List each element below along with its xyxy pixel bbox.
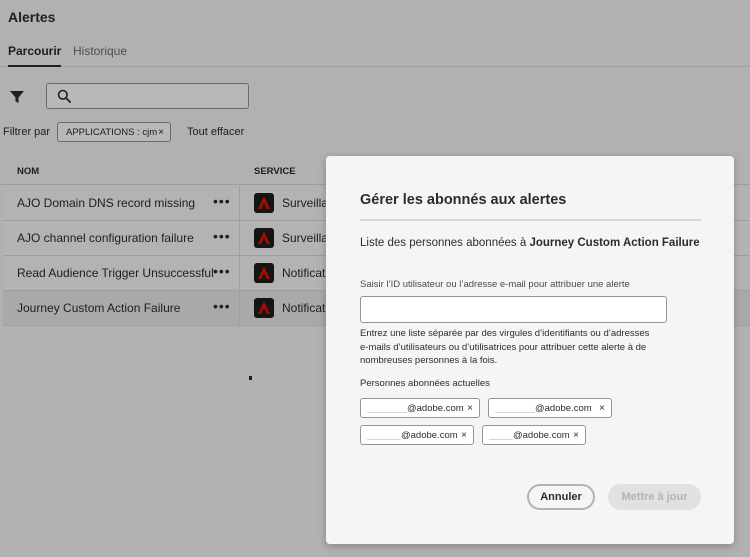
remove-subscriber-icon[interactable]: ×	[573, 430, 579, 441]
subscriber-email: @adobe.com	[401, 429, 458, 441]
dialog-title: Gérer les abonnés aux alertes	[360, 192, 567, 208]
user-id-input[interactable]	[360, 296, 667, 323]
user-id-field-label: Saisir l’ID utilisateur ou l’adresse e-m…	[360, 279, 630, 290]
redacted-username	[367, 403, 407, 413]
subscriber-tag: @adobe.com ×	[482, 425, 586, 445]
remove-subscriber-icon[interactable]: ×	[467, 403, 473, 414]
subscriber-email: @adobe.com	[535, 402, 592, 414]
dialog-divider	[360, 219, 701, 221]
subscriber-tag: @adobe.com ×	[360, 398, 480, 418]
cancel-button[interactable]: Annuler	[527, 484, 595, 510]
subscriber-tag: @adobe.com ×	[488, 398, 612, 418]
remove-subscriber-icon[interactable]: ×	[599, 403, 605, 414]
redacted-username	[495, 403, 535, 413]
subtitle-alert-name: Journey Custom Action Failure	[529, 237, 700, 249]
remove-subscriber-icon[interactable]: ×	[461, 430, 467, 441]
subscriber-email: @adobe.com	[407, 402, 464, 414]
redacted-username	[489, 430, 513, 440]
subtitle-prefix: Liste des personnes abonnées à	[360, 237, 527, 249]
subscriber-email: @adobe.com	[513, 429, 570, 441]
help-text: Entrez une liste séparée par des virgule…	[360, 328, 650, 366]
update-button[interactable]: Mettre à jour	[608, 484, 701, 510]
subscriber-tag: @adobe.com ×	[360, 425, 474, 445]
dialog-subtitle: Liste des personnes abonnées à Journey C…	[360, 237, 700, 249]
manage-subscribers-dialog: Gérer les abonnés aux alertes Liste des …	[326, 156, 734, 544]
current-subscribers-label: Personnes abonnées actuelles	[360, 378, 490, 389]
redacted-username	[367, 430, 401, 440]
